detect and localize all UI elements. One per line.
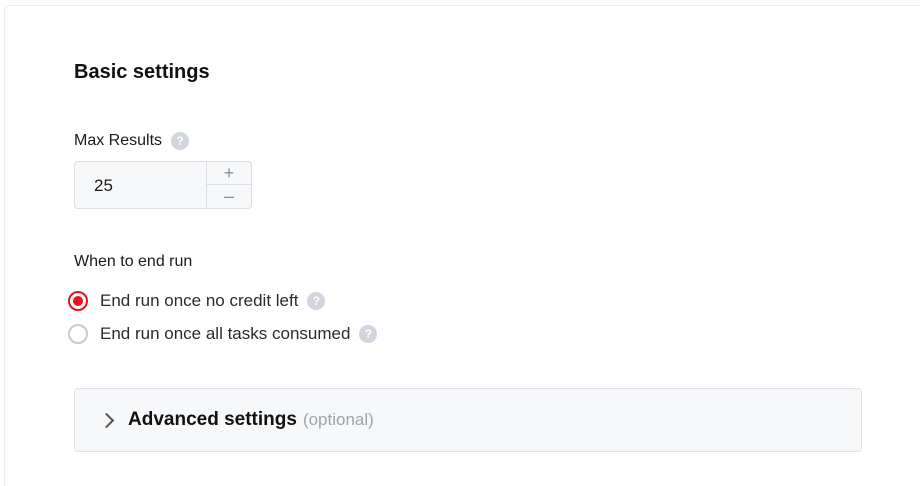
radio-selected-icon[interactable] [68, 291, 88, 311]
radio-label[interactable]: End run once no credit left [100, 291, 298, 311]
radio-unselected-icon[interactable] [68, 324, 88, 344]
radio-option-no-credit[interactable]: End run once no credit left ? [68, 291, 326, 311]
stepper-controls: + – [206, 162, 251, 208]
optional-note: (optional) [302, 410, 374, 429]
max-results-stepper[interactable]: 25 + – [74, 161, 252, 209]
tasks-consumed-help-icon[interactable]: ? [359, 325, 378, 343]
no-credit-help-icon[interactable]: ? [307, 292, 326, 310]
advanced-settings-toggle[interactable]: Advanced settings (optional) [74, 388, 862, 452]
max-results-label-row: Max Results ? [74, 132, 190, 150]
radio-label[interactable]: End run once all tasks consumed [100, 324, 350, 344]
advanced-settings-title: Advanced settings [128, 409, 297, 430]
max-results-label: Max Results [74, 132, 163, 149]
section-title: Basic settings [74, 61, 210, 83]
chevron-right-icon [98, 412, 115, 428]
end-run-label: When to end run [74, 253, 193, 270]
radio-option-tasks-consumed[interactable]: End run once all tasks consumed ? [68, 324, 378, 344]
increment-button[interactable]: + [207, 162, 251, 185]
max-results-help-icon[interactable]: ? [171, 132, 190, 150]
decrement-button[interactable]: – [207, 185, 251, 208]
max-results-input[interactable]: 25 [94, 176, 113, 196]
